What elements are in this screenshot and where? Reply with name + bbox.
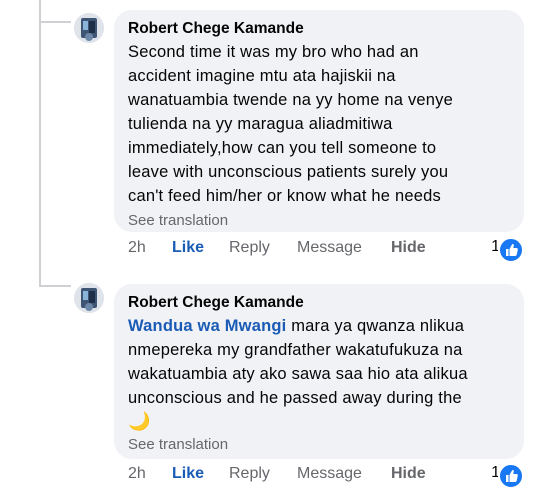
thumbs-up-icon <box>498 237 524 263</box>
reaction-summary[interactable]: 1 <box>464 234 524 263</box>
comment-text-fragment: mara ya qwanza nlikua <box>286 317 465 335</box>
message-button[interactable]: Message <box>297 465 362 483</box>
comment-text-line: nmepereka my grandfather wakatufukuza na <box>128 341 463 359</box>
reply-button[interactable]: Reply <box>229 239 270 257</box>
message-button[interactable]: Message <box>297 239 362 257</box>
crescent-moon-emoji: 🌙 <box>128 411 151 431</box>
avatar[interactable] <box>74 283 104 313</box>
like-button[interactable]: Like <box>172 239 204 257</box>
profile-picture-icon <box>74 283 104 313</box>
comment-text-line: Second time it was my bro who had an <box>128 43 419 61</box>
comment-text-line: tulienda na yy maragua aliadmitiwa <box>128 115 393 133</box>
comment-author[interactable]: Robert Chege Kamande <box>128 293 510 313</box>
timestamp[interactable]: 2h <box>128 465 146 483</box>
hide-button[interactable]: Hide <box>391 239 426 257</box>
comment-author[interactable]: Robert Chege Kamande <box>128 19 510 39</box>
comment-text: Wandua wa Mwangi mara ya qwanza nlikua n… <box>128 314 510 432</box>
timestamp[interactable]: 2h <box>128 239 146 257</box>
hide-button[interactable]: Hide <box>391 465 426 483</box>
comment-text-line: wanatuambia twende na yy home na venye <box>128 91 453 109</box>
like-button[interactable]: Like <box>172 465 204 483</box>
comment-text: Second time it was my bro who had an acc… <box>128 40 510 208</box>
avatar[interactable] <box>74 13 104 43</box>
reaction-summary[interactable]: 1 <box>464 460 524 489</box>
comment-text-line: unconscious and he passed away during th… <box>128 389 462 407</box>
comment-text-line: wakatuambia aty ako sawa saa hio ata ali… <box>128 365 468 383</box>
profile-picture-icon <box>74 13 104 43</box>
mention-link[interactable]: Wandua wa Mwangi <box>128 317 286 335</box>
thumbs-up-icon <box>498 463 524 489</box>
comment-text-line: leave with unconscious patients surely y… <box>128 163 449 181</box>
comment-text-line: immediately,how can you tell someone to <box>128 139 437 157</box>
comment-text-line: Wandua wa Mwangi mara ya qwanza nlikua <box>128 314 510 338</box>
see-translation-link[interactable]: See translation <box>128 211 510 231</box>
comment-text-line: accident imagine mtu ata hajiskii na <box>128 67 396 85</box>
comment-text-line: can't feed him/her or know what he needs <box>128 187 441 205</box>
comment-bubble: Robert Chege Kamande Second time it was … <box>114 10 524 232</box>
thread-line-vertical <box>39 0 41 287</box>
thread-line-branch-2 <box>39 285 71 287</box>
comment-bubble: Robert Chege Kamande Wandua wa Mwangi ma… <box>114 284 524 459</box>
reply-button[interactable]: Reply <box>229 465 270 483</box>
thread-line-branch-1 <box>39 21 71 23</box>
see-translation-link[interactable]: See translation <box>128 435 510 455</box>
